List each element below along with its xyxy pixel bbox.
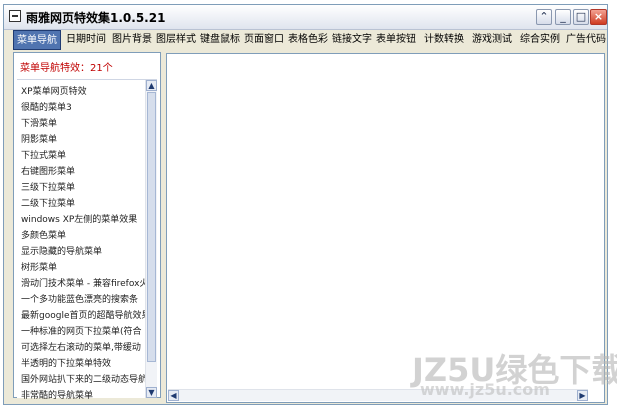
- tab-keyboard-mouse[interactable]: 键盘鼠标: [200, 30, 240, 50]
- list-item[interactable]: 二级下拉菜单: [21, 196, 145, 209]
- watermark-url: www.jz5u.com: [420, 380, 550, 399]
- scroll-down-icon[interactable]: ▼: [146, 387, 157, 398]
- list-item[interactable]: 国外网站扒下来的二级动态导航: [21, 372, 145, 385]
- list-item[interactable]: XP菜单网页特效: [21, 84, 145, 97]
- close-icon: ×: [593, 10, 604, 23]
- restore-button[interactable]: ⌃: [536, 9, 552, 25]
- close-button[interactable]: ×: [590, 9, 607, 25]
- system-menu-icon[interactable]: [9, 10, 21, 22]
- tab-image-background[interactable]: 图片背景: [112, 30, 152, 50]
- list-item[interactable]: 树形菜单: [21, 260, 145, 273]
- list-item[interactable]: 可选择左右滚动的菜单,带缓动: [21, 340, 145, 353]
- scroll-left-icon[interactable]: ◀: [168, 390, 179, 401]
- list-item[interactable]: 下滑菜单: [21, 116, 145, 129]
- restore-icon: ⌃: [539, 10, 549, 23]
- list-scrollbar[interactable]: ▲ ▼: [145, 80, 157, 398]
- effects-count: 菜单导航特效：21个: [20, 63, 113, 74]
- list-item[interactable]: 很酷的菜单3: [21, 100, 145, 113]
- list-item[interactable]: 一个多功能蓝色漂亮的搜索条: [21, 292, 145, 305]
- tab-examples[interactable]: 综合实例: [520, 30, 560, 50]
- minimize-button[interactable]: _: [555, 9, 571, 25]
- tab-link-text[interactable]: 链接文字: [332, 30, 372, 50]
- maximize-button[interactable]: □: [573, 9, 589, 25]
- list-item[interactable]: 一种标准的网页下拉菜单(符合: [21, 324, 145, 337]
- list-item[interactable]: 右键图形菜单: [21, 164, 145, 177]
- list-item[interactable]: 下拉式菜单: [21, 148, 145, 161]
- effects-list[interactable]: XP菜单网页特效 很酷的菜单3 下滑菜单 阴影菜单 下拉式菜单 右键图形菜单 三…: [17, 79, 157, 401]
- maximize-icon: □: [575, 10, 587, 23]
- window-title: 雨雅网页特效集1.0.5.21: [26, 11, 166, 25]
- tab-game-test[interactable]: 游戏测试: [472, 30, 512, 50]
- tab-date-time[interactable]: 日期时间: [66, 30, 106, 50]
- scrollbar-thumb[interactable]: [147, 92, 156, 362]
- effects-sidebar: 菜单导航特效：21个 XP菜单网页特效 很酷的菜单3 下滑菜单 阴影菜单 下拉式…: [13, 52, 161, 401]
- list-item[interactable]: 滑动门技术菜单 - 兼容firefox火: [21, 276, 145, 289]
- tab-count-convert[interactable]: 计数转换: [424, 30, 464, 50]
- minimize-icon: _: [560, 10, 566, 23]
- scroll-right-icon[interactable]: ▶: [577, 390, 588, 401]
- list-item[interactable]: windows XP左侧的菜单效果: [21, 212, 145, 225]
- scroll-up-icon[interactable]: ▲: [146, 80, 157, 91]
- list-item[interactable]: 非常酷的导航菜单: [21, 388, 145, 401]
- tab-table-color[interactable]: 表格色彩: [288, 30, 328, 50]
- tab-ad-code[interactable]: 广告代码: [566, 30, 606, 50]
- tab-menu-nav[interactable]: 菜单导航: [13, 30, 61, 50]
- tab-layer-style[interactable]: 图层样式: [156, 30, 196, 50]
- list-item[interactable]: 显示隐藏的导航菜单: [21, 244, 145, 257]
- tab-form-button[interactable]: 表单按钮: [376, 30, 416, 50]
- list-item[interactable]: 多颜色菜单: [21, 228, 145, 241]
- list-item[interactable]: 半透明的下拉菜单特效: [21, 356, 145, 369]
- list-item[interactable]: 阴影菜单: [21, 132, 145, 145]
- title-bar: 雨雅网页特效集1.0.5.21 ⌃ _ □ ×: [4, 5, 607, 30]
- tab-page-window[interactable]: 页面窗口: [244, 30, 284, 50]
- list-item[interactable]: 最新google首页的超酷导航效果: [21, 308, 145, 321]
- list-item[interactable]: 三级下拉菜单: [21, 180, 145, 193]
